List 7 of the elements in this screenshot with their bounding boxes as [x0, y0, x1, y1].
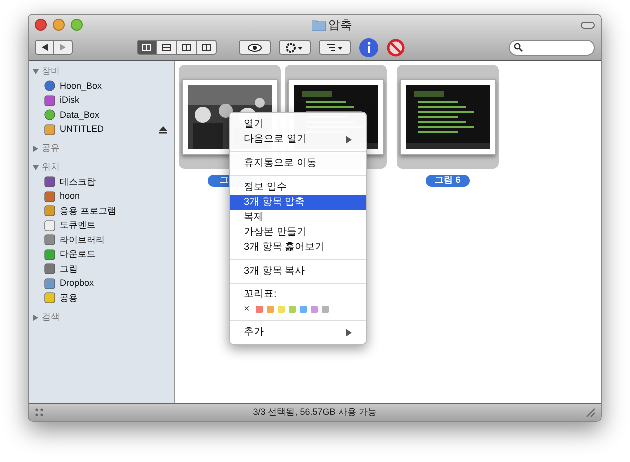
- menu-label: 꼬리표:: [243, 288, 278, 302]
- section-header: 검색: [42, 310, 60, 324]
- section-header: 공유: [42, 142, 60, 156]
- section-header: 위치: [42, 161, 60, 174]
- status-text: 3/3 선택됨, 56.57GB 사용 가능: [252, 406, 378, 419]
- window-title: 압축: [328, 17, 352, 34]
- section-header: 장비: [42, 65, 60, 78]
